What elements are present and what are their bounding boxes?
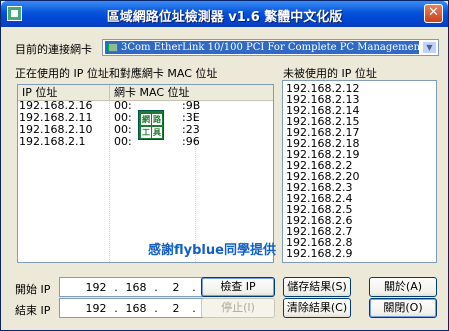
chevron-down-icon[interactable]: ▼ [422,41,437,54]
ip-octet: 168 [125,281,147,294]
title-bar[interactable]: 區域網路位址檢測器 v1.6 繁體中文化版 ✕ [1,1,448,27]
window-title: 區域網路位址檢測器 v1.6 繁體中文化版 [106,10,343,25]
column-header-mac[interactable]: 網卡 MAC 位址 [110,85,273,100]
ip-dot: . [192,281,196,294]
ip-dot: . [114,281,118,294]
logo-glyph: 網 [141,114,151,125]
check-ip-button[interactable]: 檢查 IP [201,277,275,297]
row-mac-suffix: :96 [182,135,200,148]
ip-octet: 2 [172,281,180,294]
stop-button[interactable]: 停止(I) [201,298,275,318]
nic-selected-text: 3Com EtherLink 10/100 PCI For Complete P… [121,42,419,53]
nic-label: 目前的連接網卡 [15,43,92,56]
unused-ip-list[interactable]: 192.168.2.12 192.168.2.13 192.168.2.14 1… [282,80,437,263]
ip-octet: 168 [125,302,147,315]
ip-dot: . [154,281,158,294]
row-ip: 192.168.2.1 [19,135,86,148]
ip-octet: 2 [172,302,180,315]
main-window: 區域網路位址檢測器 v1.6 繁體中文化版 ✕ 目前的連接網卡 3Com Eth… [0,0,449,331]
column-header-ip[interactable]: IP 位址 [18,85,110,100]
row-mac-prefix: 00: [114,135,132,148]
ip-octet: 192 [85,281,107,294]
ip-dot: . [114,302,118,315]
ip-octet: 192 [85,302,107,315]
list-item[interactable]: 192.168.2.9 [286,248,352,259]
logo-glyph: 路 [152,114,162,125]
watermark-logo: 網 路 工 具 [138,110,164,140]
logo-glyph: 工 [141,127,151,138]
used-ip-label: 正在使用的 IP 位址和對應網卡 MAC 位址 [15,67,218,80]
nic-select[interactable]: 3Com EtherLink 10/100 PCI For Complete P… [102,39,439,56]
credit-text: 感謝flyblue同學提供 [148,243,276,258]
ip-dot: . [154,302,158,315]
start-ip-label: 開始 IP [15,283,51,296]
save-results-button[interactable]: 儲存結果(S) [283,277,351,297]
close-button[interactable]: 關閉(O) [369,298,437,318]
end-ip-label: 結束 IP [15,304,51,317]
ip-dot: . [192,302,196,315]
clear-results-button[interactable]: 清除結果(C) [283,298,351,318]
close-window-button[interactable]: ✕ [424,4,443,23]
unused-ip-label: 未被使用的 IP 位址 [283,67,377,80]
logo-glyph: 具 [152,127,162,138]
nic-selected-value: 3Com EtherLink 10/100 PCI For Complete P… [105,41,419,54]
network-card-icon [108,43,118,52]
about-button[interactable]: 關於(A) [369,277,437,297]
